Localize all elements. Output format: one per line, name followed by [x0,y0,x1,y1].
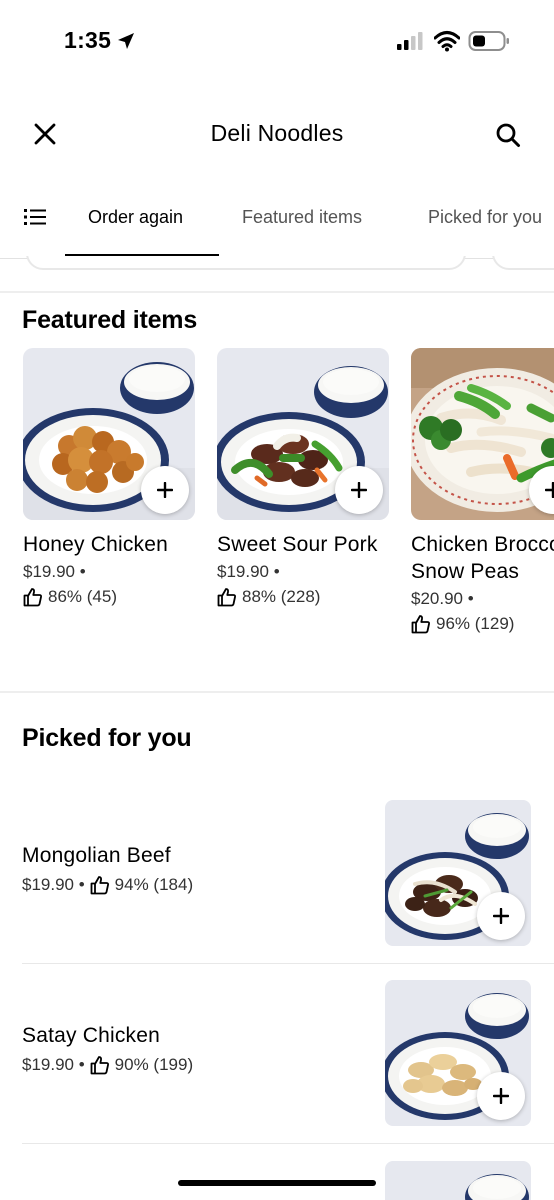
item-price: $19.90 • [23,562,86,581]
food-image [217,348,389,520]
location-arrow-icon [118,33,134,49]
section-divider [0,291,554,293]
previous-section-peek [0,256,554,272]
status-bar: 1:35 [0,0,554,80]
thumbs-up-icon [90,1056,109,1075]
thumbs-up-icon [411,615,430,634]
item-meta: $19.90 • 94% (184) [22,875,193,895]
cellular-signal-icon [397,32,423,50]
row-divider [22,1143,554,1144]
plus-icon [351,482,367,498]
previous-card[interactable] [492,256,554,270]
plus-icon [493,908,509,924]
item-price: $19.90 • [22,875,85,894]
rating-text: 96% (129) [436,614,515,633]
food-image [411,348,554,520]
food-image [385,980,531,1126]
food-image [23,348,195,520]
store-header: Deli Noodles [0,100,554,170]
status-time: 1:35 [64,27,112,53]
plus-icon [545,482,554,498]
thumbs-up-icon [23,588,42,607]
battery-icon [468,31,509,51]
previous-card[interactable] [26,256,466,270]
featured-carousel: Honey Chicken $19.90 • 86% (45) Sweet So… [0,348,554,678]
search-icon [496,123,520,147]
picked-section-title: Picked for you [22,724,192,752]
item-name: Mongolian Beef [22,844,171,867]
menu-list-icon[interactable] [22,204,48,230]
plus-icon [157,482,173,498]
featured-section-title: Featured items [22,306,198,334]
tab-order-again[interactable]: Order again [88,207,183,228]
add-to-cart-button[interactable] [141,466,189,514]
category-tabs: Order again Featured items Picked for yo… [0,180,554,260]
item-name: Honey Chicken [23,533,169,556]
thumbs-up-icon [217,588,236,607]
add-to-cart-button[interactable] [477,892,525,940]
plus-icon [493,1088,509,1104]
add-to-cart-button[interactable] [335,466,383,514]
food-image [385,800,531,946]
rating-text: 88% (228) [242,587,321,606]
item-price: $19.90 • [22,1055,85,1074]
item-name: Sweet Sour Pork [217,533,378,556]
search-button[interactable] [490,117,526,153]
thumbs-up-icon [90,876,109,895]
store-title: Deli Noodles [210,120,344,146]
tab-picked-for-you[interactable]: Picked for you [428,207,542,228]
item-name: Satay Chicken [22,1024,161,1047]
rating-text: 94% (184) [114,875,194,894]
food-image [385,1161,531,1200]
tab-featured-items[interactable]: Featured items [242,207,362,228]
item-rating: 86% (45) [23,587,195,607]
featured-item-card[interactable]: Honey Chicken $19.90 • 86% (45) [23,348,195,607]
add-to-cart-button[interactable] [477,1072,525,1120]
rating-text: 90% (199) [114,1055,194,1074]
featured-item-card[interactable]: Sweet Sour Pork $19.90 • 88% (228) [217,348,389,607]
home-indicator[interactable] [178,1180,376,1186]
item-price: $19.90 • [217,562,280,581]
row-divider [22,963,554,964]
item-rating: 96% (129) [411,614,554,634]
list-item[interactable]: Mongolian Beef $19.90 • 94% (184) [0,800,554,980]
item-name: Chicken Broccoli Snow Peas [411,533,554,583]
rating-text: 86% (45) [48,587,117,606]
section-divider [0,691,554,693]
item-rating: 88% (228) [217,587,389,607]
item-meta: $19.90 • 90% (199) [22,1055,193,1075]
wifi-icon [434,31,460,52]
list-item[interactable]: Satay Chicken $19.90 • 90% (199) [0,980,554,1160]
featured-item-card[interactable]: Chicken Broccoli Snow Peas $20.90 • 96% … [411,348,554,634]
item-price: $20.90 • [411,589,474,608]
